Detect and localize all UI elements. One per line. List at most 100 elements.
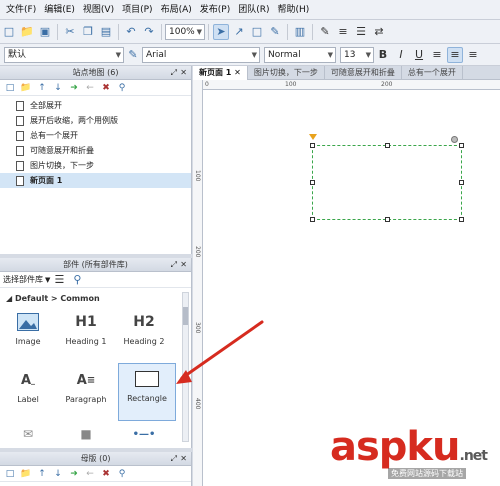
font-size-select[interactable]: 13 ▼ bbox=[340, 46, 374, 63]
rectangle-shape-selected[interactable] bbox=[309, 134, 464, 222]
redo-icon[interactable]: ↷ bbox=[141, 24, 157, 40]
resize-handle[interactable] bbox=[385, 143, 390, 148]
font-select[interactable]: Arial ▼ bbox=[142, 46, 260, 63]
line-style-icon[interactable]: ≡ bbox=[335, 24, 351, 40]
align-center-icon[interactable]: ≡ bbox=[447, 46, 463, 63]
connector-icon[interactable]: ↗ bbox=[231, 24, 247, 40]
page-item[interactable]: 可随意展开和折叠 bbox=[0, 143, 191, 158]
search-icon[interactable]: ⚲ bbox=[69, 272, 85, 288]
pen-icon[interactable]: ✎ bbox=[267, 24, 283, 40]
save-icon[interactable]: ▣ bbox=[37, 24, 53, 40]
align-right-icon[interactable]: ≡ bbox=[465, 47, 481, 63]
add-folder-icon[interactable]: 📁 bbox=[19, 81, 33, 95]
menu-icon[interactable]: ☰ bbox=[51, 272, 67, 288]
page-item[interactable]: 总有一个展开 bbox=[0, 128, 191, 143]
widget-partial[interactable]: ■ bbox=[58, 425, 114, 447]
resize-handle[interactable] bbox=[459, 180, 464, 185]
resize-handle[interactable] bbox=[310, 143, 315, 148]
indent-icon[interactable]: ➜ bbox=[67, 81, 81, 95]
library-select[interactable]: 选择部件库 bbox=[3, 274, 43, 285]
tab-label: 新页面 1 bbox=[199, 68, 232, 77]
menu-view[interactable]: 视图(V) bbox=[79, 0, 118, 20]
widget-partial[interactable]: •—• bbox=[116, 425, 172, 447]
style-edit-icon[interactable]: ✎ bbox=[125, 47, 141, 63]
resize-handle[interactable] bbox=[310, 217, 315, 222]
select-pointer-icon[interactable]: ➤ bbox=[213, 23, 229, 40]
widget-image[interactable]: Image bbox=[0, 307, 56, 365]
open-icon[interactable]: 📁 bbox=[19, 24, 35, 40]
delete-master-icon[interactable]: ✖ bbox=[99, 467, 113, 481]
close-icon[interactable]: ✕ bbox=[180, 258, 187, 272]
widget-heading-1[interactable]: H1 Heading 1 bbox=[58, 307, 114, 365]
crop-icon[interactable]: □ bbox=[249, 24, 265, 40]
pin-icon[interactable]: ⤢ bbox=[171, 258, 177, 272]
move-down-icon[interactable]: ↓ bbox=[51, 81, 65, 95]
close-icon[interactable]: ✕ bbox=[180, 66, 187, 80]
rotate-handle-icon[interactable] bbox=[451, 136, 458, 143]
page-item-selected[interactable]: 新页面 1 bbox=[0, 173, 191, 188]
chevron-down-icon[interactable]: ▼ bbox=[45, 276, 50, 284]
move-up-icon[interactable]: ↑ bbox=[35, 467, 49, 481]
add-folder-icon[interactable]: 📁 bbox=[19, 467, 33, 481]
tab-new-page-1[interactable]: 新页面 1 ✕ bbox=[193, 66, 248, 80]
line-weight-icon[interactable]: ☰ bbox=[353, 24, 369, 40]
cut-icon[interactable]: ✂ bbox=[62, 24, 78, 40]
widget-paragraph[interactable]: A ≡ Paragraph bbox=[58, 365, 114, 423]
bold-icon[interactable]: B bbox=[375, 47, 391, 63]
font-weight-select[interactable]: Normal ▼ bbox=[264, 46, 336, 63]
page-item[interactable]: 图片切换，下一步 bbox=[0, 158, 191, 173]
copy-icon[interactable]: ❐ bbox=[80, 24, 96, 40]
library-group-title[interactable]: ◢ Default > Common bbox=[0, 288, 191, 307]
format-painter-icon[interactable]: ▥ bbox=[292, 24, 308, 40]
menu-help[interactable]: 帮助(H) bbox=[273, 0, 313, 20]
zoom-select[interactable]: 100% ▼ bbox=[165, 23, 205, 40]
watermark-main: aspku bbox=[330, 424, 461, 470]
widgets-scrollbar[interactable] bbox=[182, 292, 189, 442]
indent-icon[interactable]: ➜ bbox=[67, 467, 81, 481]
outdent-icon[interactable]: ← bbox=[83, 467, 97, 481]
move-up-icon[interactable]: ↑ bbox=[35, 81, 49, 95]
resize-handle[interactable] bbox=[385, 217, 390, 222]
resize-handle[interactable] bbox=[459, 217, 464, 222]
search-icon[interactable]: ⚲ bbox=[115, 81, 129, 95]
menu-edit[interactable]: 编辑(E) bbox=[40, 0, 79, 20]
menu-team[interactable]: 团队(R) bbox=[234, 0, 273, 20]
widget-rectangle[interactable]: Rectangle bbox=[118, 363, 176, 421]
resize-handle[interactable] bbox=[459, 143, 464, 148]
close-icon[interactable]: ✕ bbox=[234, 68, 241, 77]
menu-arrange[interactable]: 布局(A) bbox=[157, 0, 196, 20]
menu-publish[interactable]: 发布(P) bbox=[196, 0, 234, 20]
undo-icon[interactable]: ↶ bbox=[123, 24, 139, 40]
scrollbar-thumb[interactable] bbox=[183, 307, 188, 325]
move-down-icon[interactable]: ↓ bbox=[51, 467, 65, 481]
add-master-icon[interactable]: □ bbox=[3, 467, 17, 481]
menu-project[interactable]: 项目(P) bbox=[118, 0, 156, 20]
new-icon[interactable]: □ bbox=[1, 24, 17, 40]
widget-heading-2[interactable]: H2 Heading 2 bbox=[116, 307, 172, 365]
pin-icon[interactable]: ⤢ bbox=[171, 66, 177, 80]
italic-icon[interactable]: I bbox=[393, 47, 409, 63]
corner-radius-handle-icon[interactable] bbox=[309, 134, 317, 140]
border-color-icon[interactable]: ✎ bbox=[317, 24, 333, 40]
tab-image-switch[interactable]: 图片切换，下一步 bbox=[248, 66, 325, 80]
search-icon[interactable]: ⚲ bbox=[115, 467, 129, 481]
widget-partial[interactable]: ✉ bbox=[0, 425, 56, 447]
arrow-style-icon[interactable]: ⇄ bbox=[371, 24, 387, 40]
zoom-value: 100% bbox=[169, 26, 195, 37]
page-item[interactable]: 全部展开 bbox=[0, 98, 191, 113]
delete-page-icon[interactable]: ✖ bbox=[99, 81, 113, 95]
paste-icon[interactable]: ▤ bbox=[98, 24, 114, 40]
align-left-icon[interactable]: ≡ bbox=[429, 47, 445, 63]
close-icon[interactable]: ✕ bbox=[180, 452, 187, 466]
page-item[interactable]: 展开后收缩，两个用例版 bbox=[0, 113, 191, 128]
resize-handle[interactable] bbox=[310, 180, 315, 185]
pin-icon[interactable]: ⤢ bbox=[171, 452, 177, 466]
outdent-icon[interactable]: ← bbox=[83, 81, 97, 95]
tab-always-one-expanded[interactable]: 总有一个展开 bbox=[402, 66, 463, 80]
menu-file[interactable]: 文件(F) bbox=[2, 0, 40, 20]
widget-label-item[interactable]: A _ Label bbox=[0, 365, 56, 423]
style-select[interactable]: 默认 ▼ bbox=[4, 46, 124, 63]
underline-icon[interactable]: U bbox=[411, 47, 427, 63]
add-page-icon[interactable]: □ bbox=[3, 81, 17, 95]
tab-expand-collapse[interactable]: 可随意展开和折叠 bbox=[325, 66, 402, 80]
